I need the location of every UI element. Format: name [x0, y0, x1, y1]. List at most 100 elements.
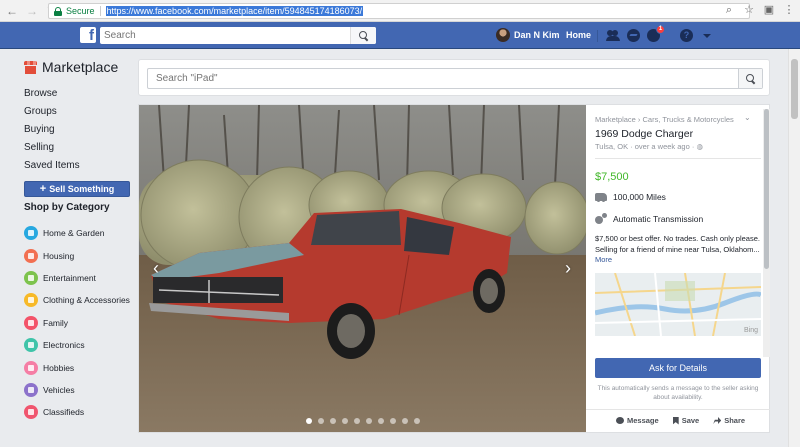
category-label: Family	[43, 317, 69, 328]
mileage-row: 100,000 Miles	[595, 192, 666, 202]
location-map[interactable]: Bing	[595, 273, 761, 336]
forward-icon[interactable]: →	[24, 3, 40, 19]
mileage-text: 100,000 Miles	[613, 192, 666, 202]
divider	[595, 158, 761, 159]
save-label: Save	[681, 416, 700, 425]
home-link[interactable]: Home	[566, 30, 591, 40]
photo-dot[interactable]	[317, 418, 324, 424]
marketplace-header[interactable]: Marketplace	[24, 56, 134, 78]
category-label: Housing	[43, 250, 75, 261]
share-button[interactable]: Share	[713, 416, 745, 425]
category-item[interactable]: Classifieds	[24, 401, 134, 423]
listing-description: $7,500 or best offer. No trades. Cash on…	[595, 234, 761, 266]
message-button[interactable]: Message	[616, 416, 659, 425]
search-icon	[746, 74, 755, 83]
url-text[interactable]: https://www.facebook.com/marketplace/ite…	[105, 6, 364, 16]
help-icon[interactable]: ?	[680, 29, 693, 42]
listing-title: 1969 Dodge Charger	[595, 128, 694, 140]
chevron-down-icon[interactable]: ⌄	[744, 113, 751, 122]
more-link[interactable]: More	[595, 255, 612, 264]
photo-dot[interactable]	[329, 418, 336, 424]
category-icon	[24, 360, 38, 375]
listing-panel: ‹ › Marketplace › Cars, Trucks & Motorcy…	[138, 104, 770, 433]
account-menu-icon[interactable]	[703, 34, 711, 38]
zoom-icon[interactable]: ⌕	[722, 3, 736, 17]
listing-price: $7,500	[595, 171, 629, 183]
category-item[interactable]: Clothing & Accessories	[24, 289, 134, 311]
photo-dot[interactable]	[377, 418, 384, 424]
breadcrumb[interactable]: Marketplace › Cars, Trucks & Motorcycles	[595, 115, 734, 124]
marketplace-sidebar: Marketplace Browse Groups Buying Selling…	[24, 56, 134, 424]
facebook-search-button[interactable]	[350, 27, 376, 44]
category-item[interactable]: Vehicles	[24, 379, 134, 401]
back-icon[interactable]: ←	[4, 3, 20, 19]
search-icon	[359, 31, 368, 40]
message-label: Message	[627, 416, 659, 425]
category-item[interactable]: Electronics	[24, 334, 134, 356]
divider	[586, 409, 770, 410]
page-scrollbar[interactable]	[788, 49, 800, 447]
sell-something-button[interactable]: + Sell Something	[24, 181, 130, 197]
marketplace-title: Marketplace	[42, 59, 119, 75]
listing-location-text: Tulsa, OK · over a week ago ·	[595, 142, 695, 151]
sell-button-label: Sell Something	[49, 184, 115, 194]
category-label: Vehicles	[43, 384, 75, 395]
category-item[interactable]: Entertainment	[24, 267, 134, 289]
marketplace-search	[147, 68, 763, 89]
photo-dot[interactable]	[305, 418, 312, 424]
address-bar[interactable]: Secure https://www.facebook.com/marketpl…	[48, 3, 750, 19]
marketplace-search-input[interactable]	[148, 73, 738, 84]
bookmark-icon	[672, 416, 679, 425]
category-item[interactable]: Home & Garden	[24, 222, 134, 244]
sidebar-item-buying[interactable]: Buying	[24, 121, 134, 139]
category-heading: Shop by Category	[24, 202, 110, 213]
category-icon	[24, 248, 38, 263]
profile-link[interactable]: Dan N Kim	[496, 28, 560, 42]
gear-icon	[595, 213, 607, 225]
save-button[interactable]: Save	[672, 416, 700, 425]
sidebar-links: Browse Groups Buying Selling Saved Items	[24, 85, 134, 175]
star-icon[interactable]: ☆	[742, 3, 756, 17]
photo-dot[interactable]	[341, 418, 348, 424]
facebook-search	[100, 27, 376, 44]
car-icon	[595, 193, 607, 202]
friends-icon[interactable]	[606, 28, 621, 43]
sidebar-item-groups[interactable]: Groups	[24, 103, 134, 121]
photo-dot[interactable]	[389, 418, 396, 424]
sidebar-item-saved-items[interactable]: Saved Items	[24, 157, 134, 175]
photo-dot[interactable]	[365, 418, 372, 424]
extension-icon[interactable]: ▣	[762, 3, 776, 17]
ask-for-details-button[interactable]: Ask for Details	[595, 358, 761, 378]
category-list: Home & Garden Housing Entertainment Clothin…	[24, 222, 134, 424]
next-photo-icon[interactable]: ›	[561, 258, 575, 278]
listing-photo[interactable]: ‹ ›	[139, 105, 586, 432]
sidebar-item-browse[interactable]: Browse	[24, 85, 134, 103]
facebook-logo[interactable]: f	[80, 27, 96, 43]
marketplace-search-panel	[138, 59, 770, 96]
transmission-text: Automatic Transmission	[613, 214, 704, 224]
share-label: Share	[724, 416, 746, 425]
photo-dot[interactable]	[353, 418, 360, 424]
category-item[interactable]: Hobbies	[24, 356, 134, 378]
map-brand: Bing	[743, 327, 758, 334]
sidebar-item-selling[interactable]: Selling	[24, 139, 134, 157]
messenger-icon[interactable]	[627, 29, 640, 42]
facebook-search-input[interactable]	[100, 28, 350, 43]
details-scrollbar[interactable]	[763, 109, 770, 357]
category-item[interactable]: Family	[24, 312, 134, 334]
category-item[interactable]: Housing	[24, 244, 134, 266]
divider	[597, 30, 598, 42]
transmission-row: Automatic Transmission	[595, 213, 703, 225]
description-text: $7,500 or best offer. No trades. Cash on…	[595, 234, 760, 254]
marketplace-search-button[interactable]	[738, 69, 762, 88]
listing-actions: Message Save Share	[616, 416, 745, 425]
car-photo-illustration	[139, 105, 586, 432]
menu-icon[interactable]: ⋮	[782, 3, 796, 17]
previous-photo-icon[interactable]: ‹	[149, 258, 163, 278]
category-label: Hobbies	[43, 362, 75, 373]
globe-icon: ◍	[696, 142, 703, 151]
ask-note: This automatically sends a message to th…	[597, 385, 759, 401]
photo-dot[interactable]	[401, 418, 408, 424]
category-icon	[24, 315, 38, 330]
photo-dot[interactable]	[413, 418, 420, 424]
